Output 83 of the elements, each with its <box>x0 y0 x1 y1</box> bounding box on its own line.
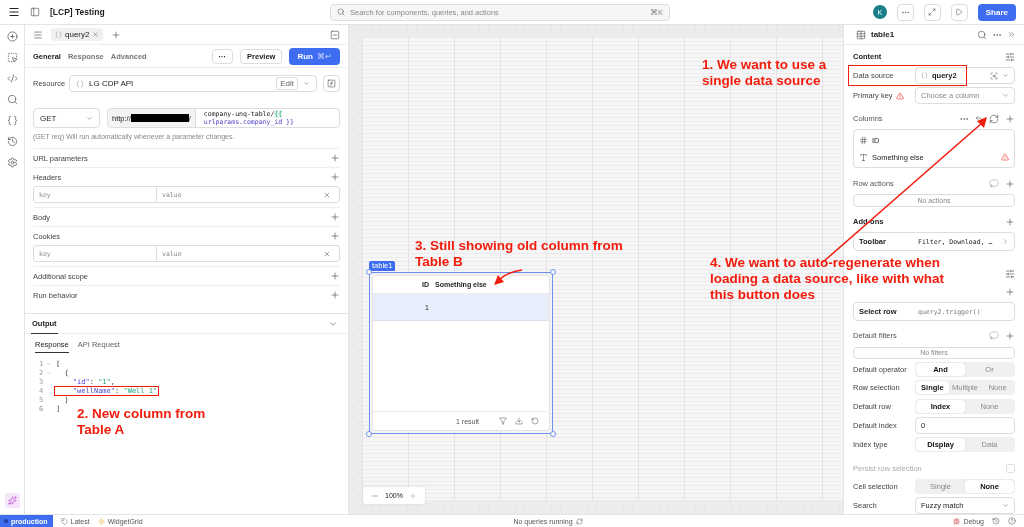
variables-icon[interactable] <box>6 115 18 126</box>
collapse-icon[interactable] <box>1007 30 1016 39</box>
zoom-in-icon[interactable] <box>408 491 417 500</box>
expand-icon <box>928 8 937 16</box>
collapse-icon[interactable] <box>330 29 340 40</box>
add-icon[interactable] <box>1005 286 1015 297</box>
menu-icon[interactable] <box>33 29 43 40</box>
add-icon[interactable] <box>6 31 18 42</box>
chevron-down-icon <box>1002 92 1009 100</box>
add-icon[interactable] <box>330 153 340 163</box>
braces-icon <box>921 72 928 80</box>
chevron-down-icon <box>1002 501 1009 509</box>
code-icon[interactable] <box>6 73 18 84</box>
hash-icon <box>859 135 868 145</box>
sliders-icon[interactable] <box>1005 51 1015 62</box>
sidebar-toggle-icon[interactable] <box>30 7 40 17</box>
play-icon <box>955 8 964 16</box>
expand-button[interactable] <box>923 3 941 21</box>
add-icon[interactable] <box>330 271 340 281</box>
download-icon[interactable] <box>515 417 523 425</box>
undo-icon[interactable] <box>975 114 983 123</box>
logo-icon <box>8 6 20 18</box>
sparkle-icon[interactable] <box>7 496 17 505</box>
add-icon[interactable] <box>1005 216 1015 227</box>
resource-select[interactable]: LG CDP API Edit <box>69 75 317 92</box>
braces-icon <box>55 31 62 38</box>
add-icon[interactable] <box>330 172 340 182</box>
warning-icon <box>895 91 904 100</box>
select-icon[interactable] <box>6 52 18 63</box>
settings-icon[interactable] <box>6 157 18 168</box>
add-icon[interactable] <box>330 290 340 300</box>
share-button[interactable]: Share <box>977 3 1016 21</box>
sliders-icon[interactable] <box>1005 268 1015 279</box>
function-icon <box>327 79 336 88</box>
history-icon[interactable] <box>992 517 1000 525</box>
resize-handle[interactable] <box>550 431 556 437</box>
resize-handle[interactable] <box>550 269 556 275</box>
method-select[interactable]: GET <box>33 108 100 128</box>
resize-handle[interactable] <box>366 269 372 275</box>
add-icon[interactable] <box>330 212 340 222</box>
add-icon[interactable] <box>1005 178 1015 189</box>
bug-icon <box>953 517 961 525</box>
close-icon[interactable] <box>92 31 100 38</box>
refresh-icon <box>575 517 583 525</box>
lasso-icon[interactable] <box>989 178 999 189</box>
preview-button[interactable] <box>950 3 968 21</box>
table-icon <box>856 29 866 40</box>
search-icon[interactable] <box>6 94 18 105</box>
add-icon[interactable] <box>111 29 122 40</box>
warning-icon <box>1001 153 1009 162</box>
annotation-text: 2. New column from Table A <box>77 406 207 438</box>
annotation-text: 4. We want to auto-regenerate when loading a data source, like with what this button does <box>710 255 946 303</box>
app-title: [LCP] Testing <box>50 7 106 17</box>
resize-handle[interactable] <box>366 431 372 437</box>
chevron-down-icon <box>1002 72 1009 80</box>
search-icon <box>337 8 345 16</box>
query-tab[interactable]: query2 <box>51 28 104 41</box>
help-icon[interactable] <box>1008 517 1016 525</box>
filter-icon[interactable] <box>499 417 507 425</box>
add-icon[interactable] <box>1005 113 1015 124</box>
annotation-arrow <box>494 269 523 285</box>
tag-icon <box>60 517 68 525</box>
text-icon <box>859 152 868 162</box>
more-button[interactable] <box>896 3 914 21</box>
chevron-right-icon <box>1002 238 1009 246</box>
search-icon[interactable] <box>977 29 987 40</box>
inspector-title: table1 <box>871 30 896 39</box>
lasso-icon[interactable] <box>989 331 999 341</box>
history-icon[interactable] <box>6 136 18 147</box>
function-button[interactable] <box>323 75 340 92</box>
scan-icon <box>990 71 998 80</box>
braces-icon <box>76 79 84 88</box>
refresh-icon[interactable] <box>531 417 539 425</box>
add-icon[interactable] <box>330 231 340 241</box>
chevron-down-icon <box>303 80 310 87</box>
close-icon[interactable] <box>323 190 331 199</box>
annotation-text: 3. Still showing old column from Table B <box>415 238 624 270</box>
close-icon[interactable] <box>323 249 331 258</box>
chevron-down-icon <box>86 114 93 122</box>
annotation-text: 1. We want to use a single data source <box>702 57 828 89</box>
run-button[interactable]: Run ⌘↵ <box>289 47 340 65</box>
regenerate-icon[interactable] <box>989 113 999 124</box>
add-icon[interactable] <box>1005 331 1015 341</box>
